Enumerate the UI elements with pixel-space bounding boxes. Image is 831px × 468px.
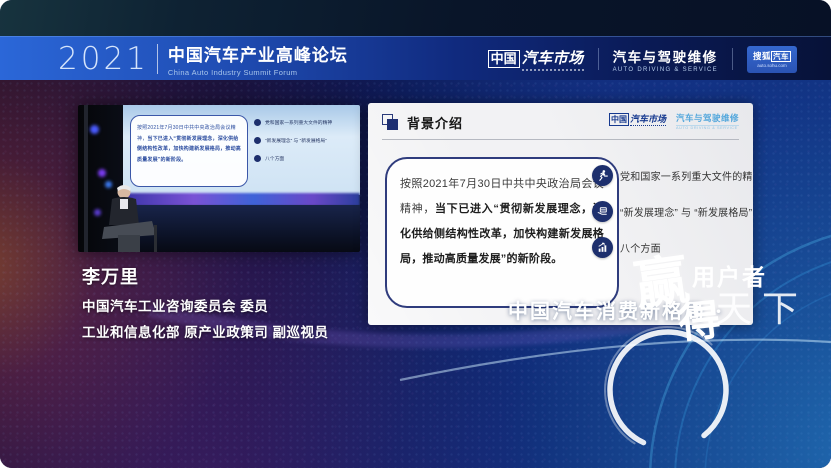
presentation-slide[interactable]: 背景介绍 中国 汽车市场 汽车与驾驶维修 AUTO DRIVING & SERV… [368, 103, 753, 325]
stage-background: 按照2021年7月30日中共中央政治局会议精神，当下已进入“贯彻新发展理念，深化… [0, 80, 831, 468]
mini-bullet-icon [254, 119, 261, 126]
slide-logos: 中国 汽车市场 汽车与驾驶维修 AUTO DRIVING & SERVICE [609, 112, 739, 130]
slide-heading-row: 背景介绍 [382, 113, 463, 132]
sohu-logo-text: 搜狐 [753, 51, 771, 61]
auto-driving-service-cn: 汽车与驾驶维修 [613, 46, 718, 66]
bullet-label: 八个方面 [620, 240, 661, 255]
stage-truss [84, 105, 88, 252]
slide-driving-en: AUTO DRIVING & SERVICE [676, 125, 739, 130]
china-auto-market-logo-rest: 汽车市场 [522, 47, 584, 71]
hand-card-icon [592, 201, 613, 222]
bullet-row: 党和国家一系列重大文件的精神 [592, 165, 744, 186]
slide-textbox: 按照2021年7月30日中共中央政治局会议精神，当下已进入“贯彻新发展理念，深化… [385, 157, 619, 308]
slide-logo-boxed: 中国 [609, 113, 629, 126]
sohu-auto-logo: 搜狐汽车 auto.sohu.com [747, 46, 797, 73]
china-auto-market-logo: 中国 汽车市场 [488, 47, 584, 71]
runner-icon [592, 165, 613, 186]
mini-bullet-label: “新发展理念” 与 “新发展格局” [265, 137, 327, 144]
mini-bullet-icon [254, 137, 261, 144]
slide-driving-cn: 汽车与驾驶维修 [676, 112, 739, 124]
event-title: 中国汽车产业高峰论坛 [168, 41, 348, 66]
auto-driving-service-logo: 汽车与驾驶维修 AUTO DRIVING & SERVICE [613, 46, 718, 73]
logo-divider [732, 48, 733, 70]
mini-slide-textbox: 按照2021年7月30日中共中央政治局会议精神，当下已进入“贯彻新发展理念，深化… [130, 115, 248, 187]
slide-china-market-logo: 中国 汽车市场 [609, 112, 666, 126]
app-window: 2021 中国汽车产业高峰论坛 China Auto Industry Summ… [0, 0, 831, 468]
brush-ring-icon [588, 318, 748, 468]
speaker-video-feed[interactable]: 按照2021年7月30日中共中央政治局会议精神，当下已进入“贯彻新发展理念，深化… [78, 105, 360, 252]
slide-logo-rest: 汽车市场 [630, 112, 666, 126]
mini-bullet-icon [254, 155, 261, 162]
stage-light-icon [90, 125, 99, 134]
event-subtitle: China Auto Industry Summit Forum [168, 68, 348, 77]
header-top-strip [0, 0, 831, 36]
event-brand: 2021 中国汽车产业高峰论坛 China Auto Industry Summ… [58, 41, 348, 77]
china-auto-market-logo-boxed: 中国 [488, 50, 520, 68]
mini-paragraph-bold: 当下已进入“贯彻新发展理念，深化供给侧结构性改革，加快构建新发展格局，推动高质量… [137, 136, 241, 163]
header-band: 2021 中国汽车产业高峰论坛 China Auto Industry Summ… [0, 36, 831, 80]
slide-bullets: 党和国家一系列重大文件的精神 “新发展理念” 与 “新发展格局” 八个方面 [592, 165, 744, 273]
bullet-row: 八个方面 [592, 237, 744, 258]
mini-slide-bullets: 党和国家一系列重大文件的精神 “新发展理念” 与 “新发展格局” 八个方面 [254, 119, 358, 173]
logo-divider [598, 48, 599, 70]
auto-driving-service-en: AUTO DRIVING & SERVICE [613, 67, 718, 73]
event-year: 2021 [58, 41, 149, 77]
slide-driving-logo: 汽车与驾驶维修 AUTO DRIVING & SERVICE [676, 112, 739, 130]
header-logos: 中国 汽车市场 汽车与驾驶维修 AUTO DRIVING & SERVICE 搜… [488, 37, 797, 81]
growth-chart-icon [592, 237, 613, 258]
sohu-logo-url: auto.sohu.com [757, 63, 787, 68]
bullet-row: “新发展理念” 与 “新发展格局” [592, 201, 744, 222]
square-bullet-icon [382, 114, 399, 131]
sohu-logo-badge: 汽车 [771, 51, 791, 62]
speaker-title-2: 工业和信息化部 原产业政策司 副巡视员 [82, 321, 329, 341]
bullet-label: 党和国家一系列重大文件的精神 [620, 168, 753, 183]
brand-divider [157, 44, 158, 74]
speaker-title-1: 中国汽车工业咨询委员会 委员 [82, 295, 329, 315]
bullet-label: “新发展理念” 与 “新发展格局” [620, 204, 752, 219]
speaker-name: 李万里 [82, 263, 329, 289]
slide-divider [382, 139, 739, 140]
slide-heading: 背景介绍 [407, 113, 463, 132]
mini-bullet-label: 党和国家一系列重大文件的精神 [265, 119, 332, 126]
speaker-info: 李万里 中国汽车工业咨询委员会 委员 工业和信息化部 原产业政策司 副巡视员 [82, 263, 329, 341]
mini-bullet-label: 八个方面 [265, 155, 284, 162]
speaker-figure [94, 183, 184, 252]
stage-light-icon [98, 169, 106, 177]
